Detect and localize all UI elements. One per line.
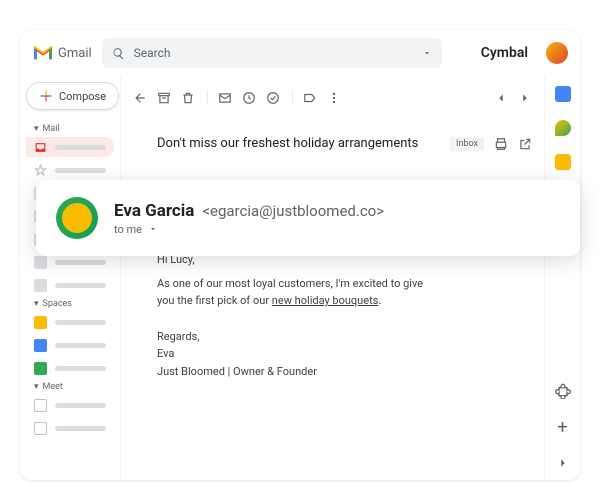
plus-icon xyxy=(39,89,53,103)
more-icon[interactable] xyxy=(327,91,341,105)
section-mail[interactable]: ▾ Mail xyxy=(34,124,114,134)
sidebar-item[interactable] xyxy=(26,275,114,295)
email-subject: Don't miss our freshest holiday arrangem… xyxy=(157,136,440,151)
signature-name: Eva xyxy=(157,345,437,363)
gmail-m-icon xyxy=(32,45,54,61)
addons-icon[interactable] xyxy=(555,383,571,399)
sender-card: Eva Garcia <egarcia@justbloomed.co> to m… xyxy=(36,180,580,256)
body-paragraph: As one of our most loyal customers, I'm … xyxy=(157,275,437,310)
chevron-down-icon: ▾ xyxy=(34,299,39,309)
compose-button[interactable]: Compose xyxy=(26,82,119,110)
search-placeholder: Search xyxy=(134,46,171,60)
inbox-icon xyxy=(34,141,47,154)
gmail-wordmark: Gmail xyxy=(58,46,92,61)
subject-row: Don't miss our freshest holiday arrangem… xyxy=(157,136,532,151)
chevron-down-icon: ▾ xyxy=(34,124,39,134)
mark-unread-icon[interactable] xyxy=(218,91,232,105)
search-options-icon[interactable] xyxy=(420,46,434,60)
recipient-line[interactable]: to me xyxy=(114,223,384,236)
signature-title: Just Bloomed | Owner & Founder xyxy=(157,363,437,381)
inbox-chip[interactable]: Inbox xyxy=(450,137,484,151)
archive-icon[interactable] xyxy=(157,91,171,105)
right-side-panel: + xyxy=(544,76,580,480)
sidebar-item-starred[interactable] xyxy=(26,160,114,180)
email-body: Hi Lucy, As one of our most loyal custom… xyxy=(157,251,437,381)
collapse-panel-icon[interactable] xyxy=(556,456,570,470)
sidebar-item[interactable] xyxy=(26,418,114,438)
body-regards: Regards, xyxy=(157,328,437,346)
sidebar-item[interactable] xyxy=(26,395,114,415)
tasks-icon[interactable] xyxy=(555,154,571,170)
calendar-icon[interactable] xyxy=(555,86,571,102)
star-icon xyxy=(34,164,47,177)
keep-icon[interactable] xyxy=(555,120,571,136)
gmail-logo[interactable]: Gmail xyxy=(32,45,92,61)
content: Don't miss our freshest holiday arrangem… xyxy=(120,76,580,480)
sender-name: Eva Garcia xyxy=(114,201,194,221)
sidebar-item[interactable] xyxy=(26,335,114,355)
sidebar: Compose ▾ Mail xyxy=(20,76,120,480)
sender-email: <egarcia@justbloomed.co> xyxy=(202,202,384,220)
search-icon xyxy=(112,46,126,60)
open-new-window-icon[interactable] xyxy=(518,137,532,151)
sender-avatar[interactable] xyxy=(56,197,98,239)
section-meet[interactable]: ▾ Meet xyxy=(34,382,114,392)
prev-icon[interactable] xyxy=(494,91,508,105)
mail-toolbar xyxy=(133,84,532,112)
search-box[interactable]: Search xyxy=(102,38,442,68)
top-bar: Gmail Search Cymbal xyxy=(20,30,580,76)
chevron-down-icon xyxy=(148,224,158,234)
mail-view: Don't miss our freshest holiday arrangem… xyxy=(121,76,544,480)
sidebar-item[interactable] xyxy=(26,358,114,378)
sender-info: Eva Garcia <egarcia@justbloomed.co> to m… xyxy=(114,201,384,236)
workspace-brand: Cymbal xyxy=(481,45,528,61)
labels-icon[interactable] xyxy=(303,91,317,105)
print-icon[interactable] xyxy=(494,137,508,151)
link-new-bouquets[interactable]: new holiday bouquets xyxy=(272,294,379,307)
delete-icon[interactable] xyxy=(181,91,195,105)
compose-label: Compose xyxy=(59,90,106,103)
plus-icon[interactable]: + xyxy=(557,417,567,438)
sidebar-item[interactable] xyxy=(26,312,114,332)
add-task-icon[interactable] xyxy=(266,91,280,105)
back-icon[interactable] xyxy=(133,91,147,105)
main-area: Compose ▾ Mail xyxy=(20,76,580,480)
next-icon[interactable] xyxy=(518,91,532,105)
sidebar-item-inbox[interactable] xyxy=(26,137,114,157)
chevron-down-icon: ▾ xyxy=(34,382,39,392)
snooze-icon[interactable] xyxy=(242,91,256,105)
section-spaces[interactable]: ▾ Spaces xyxy=(34,299,114,309)
account-avatar[interactable] xyxy=(546,42,568,64)
